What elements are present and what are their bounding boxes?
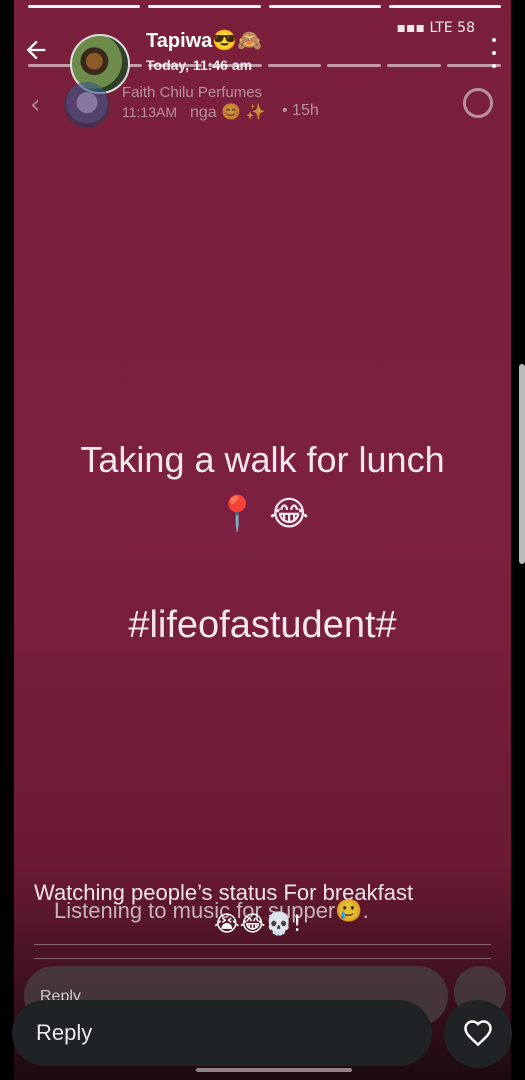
reply-placeholder: Reply	[36, 1020, 93, 1045]
reply-input[interactable]: Reply	[12, 1000, 432, 1066]
signal-icon: ▪▪▪	[396, 20, 430, 36]
status-indicators: ▪▪▪ LTE 58	[397, 20, 475, 36]
previous-caption-emoji: 😭😂💀!	[214, 912, 302, 937]
heart-button[interactable]	[444, 1000, 512, 1068]
previous-story-icon	[463, 88, 493, 118]
story-time: Today, 11:46 am	[146, 57, 253, 73]
previous-story-extra: nga 😊 ✨	[190, 104, 266, 121]
home-indicator	[196, 1068, 352, 1072]
story-header: Tapiwa😎🙈 Today, 11:46 am ▪▪▪ LTE 58	[0, 16, 525, 94]
previous-story-avatar	[64, 82, 110, 128]
story-hashtag: #lifeofastudent#	[128, 604, 397, 646]
back-button[interactable]	[20, 34, 52, 66]
divider	[34, 944, 491, 945]
story-caption-emoji: 📍 😂	[216, 494, 309, 534]
more-vertical-icon[interactable]	[489, 38, 499, 68]
edge-handle[interactable]	[519, 364, 525, 564]
previous-story-age: • 15h	[282, 102, 319, 119]
story-caption: Taking a walk for lunch	[80, 439, 445, 480]
chevron-left-icon: ‹	[30, 90, 41, 120]
previous-caption-line2: Listening to music for supper🥲.	[54, 898, 369, 923]
battery-level: 58	[457, 20, 475, 36]
previous-story-time: 11:13AM	[122, 104, 177, 120]
heart-icon	[464, 1020, 492, 1047]
divider	[34, 958, 491, 959]
contact-name: Tapiwa😎🙈	[146, 30, 263, 52]
arrow-left-icon	[26, 40, 46, 60]
story-progress-bar	[28, 5, 501, 8]
previous-story-name: Faith Chilu Perfumes	[122, 84, 263, 101]
previous-story-header: ‹ Faith Chilu Perfumes 11:13AM nga 😊 ✨ •…	[0, 80, 525, 130]
network-label: LTE	[429, 20, 453, 36]
